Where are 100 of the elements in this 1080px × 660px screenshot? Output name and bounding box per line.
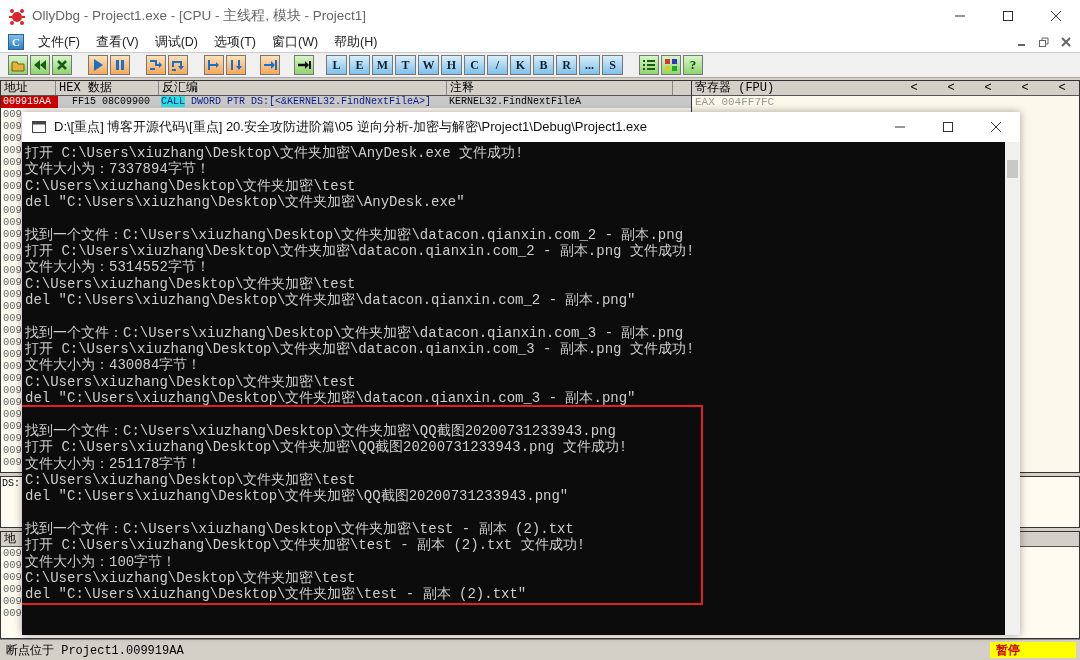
till-return-button[interactable]	[260, 55, 280, 75]
toolbar-button[interactable]: H	[441, 55, 462, 75]
step-over-button[interactable]	[168, 55, 188, 75]
address-cell-text: 009	[2, 396, 22, 408]
menu-item[interactable]: 选项(T)	[206, 33, 264, 51]
column-header[interactable]: 反汇编	[159, 81, 447, 95]
address-cell-text: 009	[2, 456, 22, 468]
step-into-button[interactable]	[146, 55, 166, 75]
console-line: 文件大小为：100字节！	[25, 553, 178, 570]
pane-title: 寄存器 (FPU)	[694, 81, 775, 95]
help-button[interactable]: ?	[683, 55, 703, 75]
restore-icon[interactable]	[1038, 36, 1050, 48]
open-button[interactable]	[8, 55, 28, 75]
toolbar-button[interactable]: W	[418, 55, 439, 75]
step-into-icon	[149, 58, 163, 72]
toolbar-button[interactable]: K	[510, 55, 531, 75]
toolbar-button[interactable]: ...	[579, 55, 600, 75]
toolbar-button[interactable]: E	[349, 55, 370, 75]
list-button[interactable]	[639, 55, 659, 75]
address-cell-text: 009	[2, 300, 22, 312]
step-over-icon	[171, 58, 185, 72]
console-line: 文件大小为：430084字节！	[25, 357, 203, 374]
arrow-button[interactable]: <	[931, 81, 968, 95]
console-line: 找到一个文件：C:\Users\xiuzhang\Desktop\文件夹加密\QQ截图20200731233943.png	[25, 422, 617, 439]
toolbar-button[interactable]: /	[487, 55, 508, 75]
pause-button[interactable]	[110, 55, 130, 75]
rewind-icon	[33, 58, 47, 72]
address-cell-text: 009	[2, 583, 22, 595]
address-cell-text: 009	[2, 384, 22, 396]
console-line: del "C:\Users\xiuzhang\Desktop\文件夹加密\datacon.qianxin.com_3 - 副本.png"	[25, 390, 637, 407]
run-button[interactable]	[88, 55, 108, 75]
address-cell-text: 009	[2, 288, 22, 300]
trace-into-button[interactable]	[204, 55, 224, 75]
arrow-button[interactable]: <	[894, 81, 931, 95]
address-cell-text: 009	[2, 252, 22, 264]
close-button[interactable]	[52, 55, 72, 75]
address-cell-text: 009	[2, 276, 22, 288]
address-cell-text: 009	[2, 204, 22, 216]
address-cell-text: 009	[2, 360, 22, 372]
toolbar-button[interactable]: L	[326, 55, 347, 75]
console-line: 打开 C:\Users\xiuzhang\Desktop\文件夹加密\QQ截图20200731233943.png 文件成功!	[25, 439, 629, 456]
close-icon[interactable]	[1050, 10, 1062, 22]
toolbar-button[interactable]: M	[372, 55, 393, 75]
close-icon[interactable]	[990, 121, 1002, 133]
column-header[interactable]: 注释	[447, 81, 673, 95]
toolbar-button[interactable]: R	[556, 55, 577, 75]
address-cell-text: 009	[2, 156, 22, 168]
address-cell-text: 009	[2, 192, 22, 204]
status-message: 断点位于 Project1.009919AA	[5, 642, 185, 659]
menu-item[interactable]: 查看(V)	[87, 33, 147, 51]
menu-item[interactable]: 窗口(W)	[263, 33, 327, 51]
console-line: C:\Users\xiuzhang\Desktop\文件夹加密\test	[25, 569, 357, 586]
toolbar-button[interactable]: B	[533, 55, 554, 75]
pause-icon	[113, 58, 127, 72]
address-cell-text: 009	[2, 547, 22, 559]
scrollbar[interactable]	[1005, 142, 1020, 635]
console-line: 打开 C:\Users\xiuzhang\Desktop\文件夹加密\AnyDesk.exe 文件成功!	[25, 145, 525, 161]
colors-button[interactable]	[661, 55, 681, 75]
console-line: 找到一个文件：C:\Users\xiuzhang\Desktop\文件夹加密\datacon.qianxin.com_2 - 副本.png	[25, 226, 685, 243]
address-cell-text: 009	[2, 444, 22, 456]
return-arrow-icon	[263, 58, 277, 72]
play-icon	[91, 58, 105, 72]
close-icon[interactable]	[1060, 36, 1072, 48]
address-cell-text: 009	[2, 180, 22, 192]
trace-over-button[interactable]	[226, 55, 246, 75]
address-cell-text: 009	[2, 168, 22, 180]
goto-button[interactable]	[294, 55, 314, 75]
maximize-icon[interactable]	[942, 121, 954, 133]
console-line: 文件大小为：251178字节！	[25, 455, 203, 472]
selected-row[interactable]: 009919AA FF15 08C09900 CALL DWORD PTR DS:[<&KERNEL32.FindNextFileA>] KERNEL32.FindNextFileA	[1, 96, 691, 108]
maximize-icon[interactable]	[1002, 10, 1014, 22]
scroll-thumb[interactable]	[1007, 160, 1018, 178]
trace-over-icon	[229, 58, 243, 72]
console-line: del "C:\Users\xiuzhang\Desktop\文件夹加密\datacon.qianxin.com_2 - 副本.png"	[25, 292, 637, 309]
restart-button[interactable]	[30, 55, 50, 75]
column-header[interactable]: 地	[1, 532, 21, 546]
column-header[interactable]: 地址	[1, 81, 56, 95]
address-cell-text: 009	[2, 324, 22, 336]
address-cell-text: 009	[2, 559, 22, 571]
arrow-button[interactable]: <	[968, 81, 1005, 95]
console-line: C:\Users\xiuzhang\Desktop\文件夹加密\test	[25, 275, 357, 292]
address-cell-text: 009	[2, 420, 22, 432]
menu-item[interactable]: 调试(D)	[146, 33, 206, 51]
column-header[interactable]: HEX 数据	[56, 81, 159, 95]
toolbar-button[interactable]: T	[395, 55, 416, 75]
bug-icon	[8, 7, 26, 25]
window-title: OllyDbg - Project1.exe - [CPU - 主线程, 模块 - Project1]	[32, 7, 368, 25]
status-indicator: 暂停	[990, 642, 1076, 658]
operand-text: DWORD PTR DS:[<&KERNEL32.FindNextFileA>]	[190, 96, 432, 107]
arrow-button[interactable]: <	[1042, 81, 1079, 95]
toolbar-button[interactable]: S	[602, 55, 623, 75]
address-cell-text: 009	[2, 120, 22, 132]
menu-item[interactable]: 帮助(H)	[326, 33, 386, 51]
menu-item[interactable]: 文件(F)	[30, 33, 88, 51]
console-line: del "C:\Users\xiuzhang\Desktop\文件夹加密\QQ截图20200731233943.png"	[25, 488, 570, 505]
list-icon	[642, 58, 656, 72]
arrow-button[interactable]: <	[1005, 81, 1042, 95]
console-line: del "C:\Users\xiuzhang\Desktop\文件夹加密\test - 副本 (2).txt"	[25, 586, 528, 603]
address-cell-text: 009	[2, 132, 22, 144]
toolbar-button[interactable]: C	[464, 55, 485, 75]
